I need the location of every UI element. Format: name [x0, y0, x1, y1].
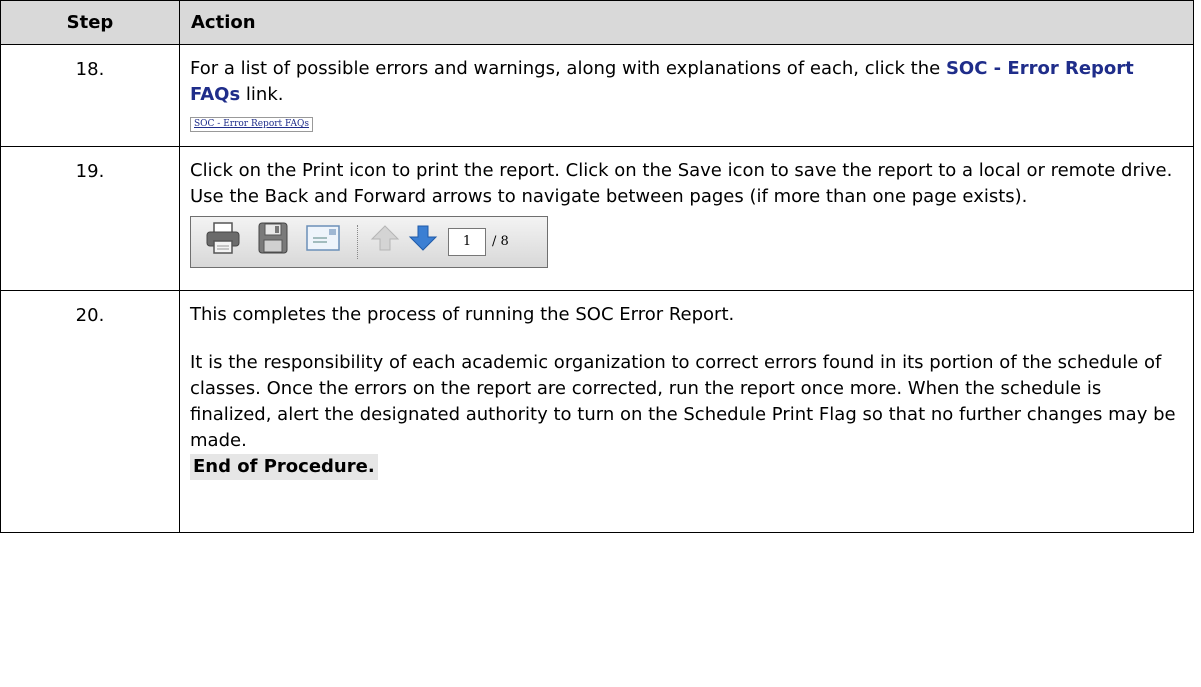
- previous-page-icon[interactable]: [370, 223, 400, 261]
- step-number: 18.: [0, 44, 180, 147]
- action-text: This completes the process of running th…: [190, 304, 735, 325]
- report-toolbar-screenshot: 1 / 8: [190, 216, 548, 268]
- action-text-suffix: link.: [240, 84, 284, 105]
- step-number: 20.: [0, 290, 180, 533]
- page-number-input[interactable]: 1: [448, 228, 486, 256]
- action-cell: This completes the process of running th…: [179, 290, 1194, 533]
- action-text: Click on the Print icon to print the rep…: [190, 160, 1173, 207]
- table-row: 20. This completes the process of runnin…: [0, 290, 1194, 533]
- action-text: It is the responsibility of each academi…: [190, 352, 1176, 451]
- print-icon[interactable]: [205, 221, 241, 263]
- procedure-table: Step Action 18. For a list of possible e…: [0, 0, 1194, 533]
- action-text: For a list of possible errors and warnin…: [190, 58, 946, 79]
- step-number: 19.: [0, 146, 180, 291]
- next-page-icon[interactable]: [408, 223, 438, 261]
- action-column-header: Action: [179, 0, 1194, 45]
- toolbar-separator: [357, 225, 358, 259]
- error-report-faqs-link-screenshot: SOC - Error Report FAQs: [190, 117, 313, 132]
- email-icon[interactable]: [305, 223, 341, 261]
- table-header-row: Step Action: [0, 0, 1194, 45]
- table-row: 18. For a list of possible errors and wa…: [0, 44, 1194, 147]
- page-total: / 8: [492, 234, 509, 249]
- end-of-procedure: End of Procedure.: [190, 454, 378, 480]
- step-column-header: Step: [0, 0, 180, 45]
- save-icon[interactable]: [257, 221, 289, 263]
- action-cell: Click on the Print icon to print the rep…: [179, 146, 1194, 291]
- table-row: 19. Click on the Print icon to print the…: [0, 146, 1194, 291]
- action-cell: For a list of possible errors and warnin…: [179, 44, 1194, 147]
